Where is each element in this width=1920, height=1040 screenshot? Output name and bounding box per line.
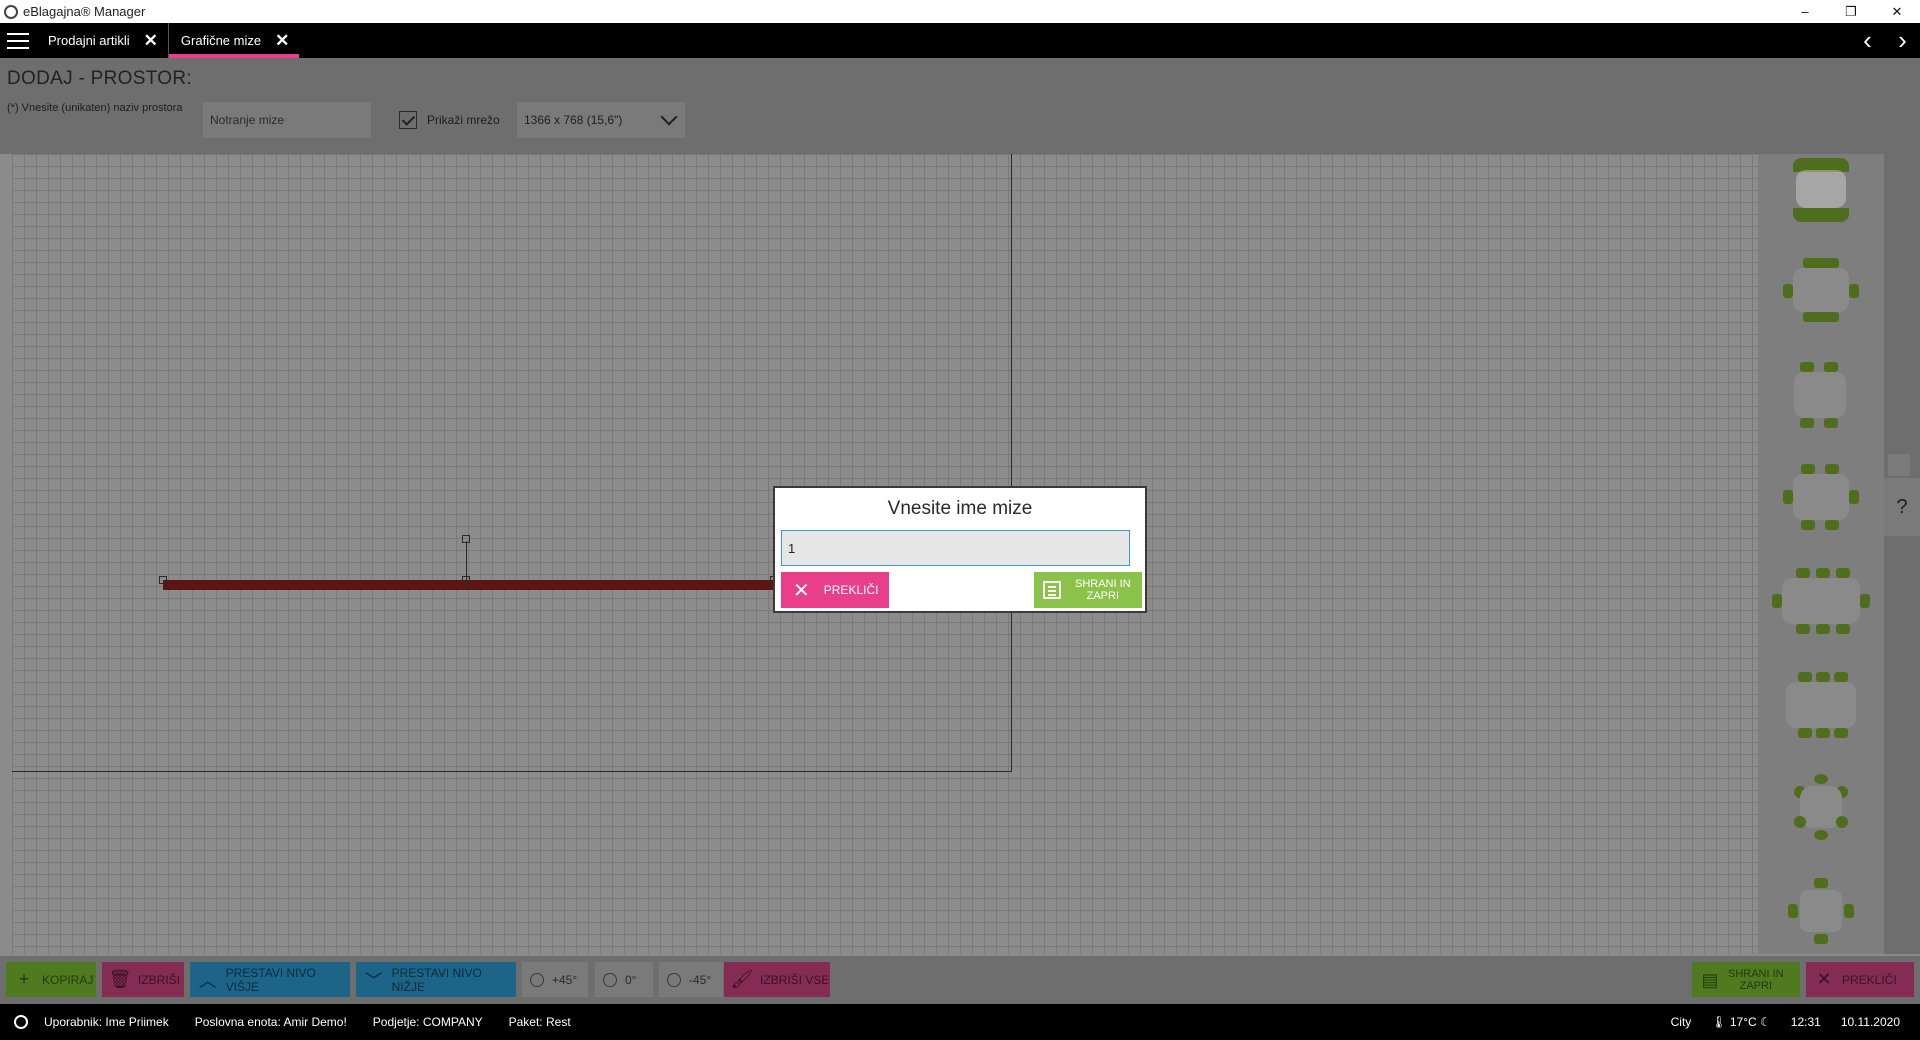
status-user: Uporabnik: Ime Priimek: [44, 1015, 169, 1029]
palette-table-rect-5[interactable]: [1772, 568, 1870, 634]
rotation-handle-line: [466, 541, 467, 581]
window-titlebar: eBlagajna® Manager – ❐ ✕: [0, 0, 1920, 23]
tab-prodajni-artikli[interactable]: Prodajni artikli ✕: [36, 23, 168, 58]
rotation-handle[interactable]: [462, 535, 470, 543]
palette-table-rect-6[interactable]: [1784, 672, 1858, 738]
status-package: Paket: Rest: [508, 1015, 571, 1029]
save-close-button[interactable]: ▤ SHRANI IN ZAPRI: [1692, 962, 1800, 997]
radio-icon: [667, 972, 681, 987]
trash-icon: 🗑: [108, 969, 132, 989]
chevron-down-icon: ﹀: [364, 970, 383, 991]
resolution-value: 1366 x 768 (15,6"): [524, 113, 623, 127]
close-icon: ✕: [1816, 969, 1832, 989]
plus-icon: +: [18, 969, 30, 989]
room-header: DODAJ - PROSTOR: (*) Vnesite (unikaten) …: [0, 58, 1920, 154]
scrollbar-thumb[interactable]: [1888, 454, 1910, 476]
copy-button[interactable]: + KOPIRAJ: [6, 962, 96, 997]
tab-navigation: ‹ ›: [1850, 23, 1920, 58]
show-grid-label: Prikaži mrežo: [427, 113, 500, 127]
canvas-boundary-bottom: [12, 771, 1012, 772]
radio-icon: [603, 972, 617, 987]
close-icon: ✕: [793, 579, 810, 602]
window-title: eBlagajna® Manager: [23, 4, 146, 19]
level-up-button[interactable]: ︿ PRESTAVI NIVO VIŠJE: [190, 962, 350, 997]
help-button[interactable]: ?: [1884, 478, 1920, 536]
tab-label: Prodajni artikli: [48, 33, 130, 48]
resize-handle-center[interactable]: [462, 576, 470, 584]
resize-handle-left[interactable]: [159, 576, 167, 584]
room-name-label: (*) Vnesite (unikaten) naziv prostora: [7, 102, 183, 114]
thermometer-icon: 🌡: [1711, 1015, 1727, 1029]
status-company: Podjetje: COMPANY: [372, 1015, 483, 1029]
delete-all-button[interactable]: 🖌 IZBRIŠI VSE: [724, 962, 830, 997]
page-title: DODAJ - PROSTOR:: [7, 68, 192, 89]
table-palette: [1758, 154, 1884, 954]
hamburger-menu-icon[interactable]: [0, 23, 36, 58]
palette-table-round-2[interactable]: [1788, 878, 1854, 944]
cancel-button[interactable]: ✕ PREKLIČI: [1806, 962, 1914, 997]
tab-close-icon[interactable]: ✕: [144, 31, 158, 51]
tab-bar: Prodajni artikli ✕ Grafične mize ✕ ‹ ›: [0, 23, 1920, 58]
resolution-select[interactable]: 1366 x 768 (15,6"): [517, 102, 685, 138]
palette-table-rect-4[interactable]: [1783, 464, 1859, 530]
tab-graficne-mize[interactable]: Grafične mize ✕: [167, 23, 300, 58]
table-name-input[interactable]: [781, 530, 1130, 566]
settings-icon[interactable]: [14, 1015, 28, 1029]
room-name-input[interactable]: [203, 102, 371, 138]
rotate-plus45-option[interactable]: +45°: [522, 962, 588, 997]
chevron-right-icon[interactable]: ›: [1885, 23, 1920, 58]
brush-icon: 🖌: [730, 969, 754, 989]
show-grid-checkbox[interactable]: [399, 111, 417, 129]
dialog-title: Vnesite ime mize: [887, 498, 1033, 519]
rotate-0-option[interactable]: 0°: [595, 962, 653, 997]
close-window-button[interactable]: ✕: [1874, 0, 1920, 23]
chevron-left-icon[interactable]: ‹: [1850, 23, 1885, 58]
status-date: 10.11.2020: [1840, 1015, 1900, 1029]
palette-scrollbar[interactable]: [1884, 154, 1920, 954]
status-business-unit: Poslovna enota: Amir Demo!: [194, 1015, 347, 1029]
status-right: City 🌡 17°C ☾ 12:31 10.11.2020: [1671, 1004, 1920, 1040]
bottom-toolbar: + KOPIRAJ 🗑 IZBRIŠI ︿ PRESTAVI NIVO VIŠJ…: [0, 956, 1920, 1004]
palette-table-round-1[interactable]: [1788, 774, 1854, 840]
level-down-button[interactable]: ﹀ PRESTAVI NIVO NIŽJE: [356, 962, 516, 997]
app-logo-icon: [4, 4, 18, 19]
table-name-dialog: Vnesite ime mize ✕ PREKLIČI SHRANI INZAP…: [773, 486, 1147, 613]
rotate-minus45-option[interactable]: -45°: [659, 962, 723, 997]
palette-table-rect-2[interactable]: [1783, 258, 1859, 322]
status-city: City: [1670, 1015, 1692, 1029]
chevron-up-icon: ︿: [198, 970, 217, 991]
save-icon: [1043, 581, 1061, 599]
status-temperature: 🌡 17°C ☾: [1711, 1015, 1771, 1029]
minimize-button[interactable]: –: [1782, 0, 1828, 23]
dialog-save-close-button[interactable]: SHRANI IN ZAPRI: [1034, 572, 1142, 608]
tab-close-icon[interactable]: ✕: [275, 31, 289, 51]
status-time: 12:31: [1790, 1015, 1821, 1029]
dialog-cancel-button[interactable]: ✕ PREKLIČI: [781, 572, 889, 608]
palette-table-rect-3[interactable]: [1790, 362, 1850, 428]
save-icon: ▤: [1701, 969, 1719, 990]
delete-button[interactable]: 🗑 IZBRIŠI: [102, 962, 184, 997]
moon-icon: ☾: [1760, 1015, 1771, 1029]
palette-table-rect-1[interactable]: [1793, 158, 1849, 222]
canvas-boundary-right: [1011, 154, 1012, 772]
radio-icon: [530, 972, 544, 987]
restore-button[interactable]: ❐: [1828, 0, 1874, 23]
status-bar: Uporabnik: Ime Priimek Poslovna enota: A…: [0, 1004, 1920, 1040]
chevron-down-icon: [660, 108, 678, 126]
window-controls: – ❐ ✕: [1782, 0, 1920, 23]
tab-label: Grafične mize: [180, 33, 262, 48]
